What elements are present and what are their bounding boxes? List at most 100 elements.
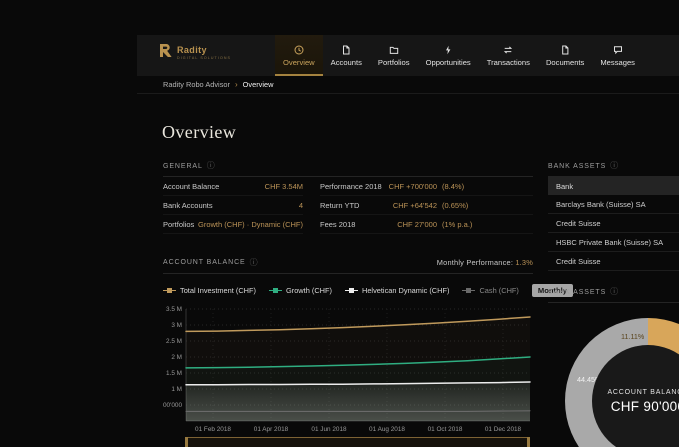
- legend-cash[interactable]: Cash (CHF): [462, 286, 518, 295]
- brush-handle-right[interactable]: [527, 437, 530, 447]
- svg-text:1.5 M: 1.5 M: [166, 370, 182, 377]
- info-icon[interactable]: ⓘ: [250, 259, 259, 267]
- monthly-performance: Monthly Performance: 1.3%: [437, 258, 533, 267]
- row-value: 4: [299, 201, 303, 210]
- breadcrumb-root[interactable]: Radity Robo Advisor: [163, 80, 230, 89]
- account-balance-header: ACCOUNT BALANCE ⓘ Monthly Performance: 1…: [163, 258, 533, 274]
- chart-range-brush[interactable]: [185, 437, 530, 447]
- monthly-performance-label: Monthly Performance:: [437, 258, 513, 267]
- row-value: CHF 27'000: [355, 220, 437, 229]
- row-percent: (1% p.a.): [437, 220, 533, 229]
- row-label: Portfolios: [163, 220, 194, 229]
- legend-label: Growth (CHF): [286, 286, 332, 295]
- bank-assets-donut-chart[interactable]: 11.11% 22.22% 44.45% ACCOUNT BALANCE CHF…: [565, 318, 679, 447]
- svg-text:01 Oct 2018: 01 Oct 2018: [428, 426, 463, 433]
- nav-item-transactions[interactable]: Transactions: [479, 35, 538, 76]
- row-percent: (8.4%): [437, 182, 533, 191]
- bank-assets-header: BANK ASSETS ⓘ: [548, 162, 679, 177]
- chart-legend: Total Investment (CHF) Growth (CHF) Helv…: [163, 284, 533, 297]
- chat-icon: [613, 45, 623, 55]
- row-label: Performance 2018: [320, 182, 382, 191]
- info-icon[interactable]: ⓘ: [610, 288, 619, 296]
- svg-text:01 Dec 2018: 01 Dec 2018: [485, 426, 522, 433]
- legend-marker: [269, 288, 282, 293]
- svg-text:3 M: 3 M: [171, 322, 182, 329]
- bank-assets-chart-header: BANK ASSETS ⓘ: [548, 288, 679, 303]
- legend-marker: [345, 288, 358, 293]
- account-balance-section: ACCOUNT BALANCE ⓘ Monthly Performance: 1…: [163, 258, 533, 297]
- svg-text:01 Aug 2018: 01 Aug 2018: [369, 426, 405, 433]
- bank-row-hsbc[interactable]: HSBC Private Bank (Suisse) SA: [548, 233, 679, 252]
- svg-text:2.5 M: 2.5 M: [166, 338, 182, 345]
- donut-center-label: ACCOUNT BALANCE: [607, 389, 679, 396]
- document-icon: [560, 45, 570, 55]
- general-header: GENERAL ⓘ: [163, 162, 533, 177]
- svg-text:3.5 M: 3.5 M: [166, 306, 182, 313]
- general-section: GENERAL ⓘ Account Balance CHF 3.54M Bank…: [163, 162, 533, 234]
- main-nav: Overview Accounts Portfolios: [275, 35, 643, 76]
- nav-label: Transactions: [487, 58, 530, 67]
- transfer-icon: [503, 45, 513, 55]
- general-row-bank-accounts: Bank Accounts 4: [163, 196, 303, 215]
- brand-name: Radity: [177, 46, 231, 55]
- donut-center: ACCOUNT BALANCE CHF 90'000: [592, 345, 679, 447]
- monthly-performance-value: 1.3%: [515, 258, 533, 267]
- bank-row-barclays[interactable]: Barclays Bank (Suisse) SA: [548, 195, 679, 214]
- nav-label: Accounts: [331, 58, 362, 67]
- nav-item-overview[interactable]: Overview: [275, 35, 323, 76]
- account-balance-heading: ACCOUNT BALANCE: [163, 259, 246, 266]
- general-row-account-balance: Account Balance CHF 3.54M: [163, 177, 303, 196]
- svg-text:01 Apr 2018: 01 Apr 2018: [254, 426, 289, 433]
- balance-line-chart[interactable]: 3.5 M3 M2.5 M2 M1.5 M1 M500'00001 Feb 20…: [163, 300, 533, 447]
- general-row-fees: Fees 2018 CHF 27'000 (1% p.a.): [320, 215, 533, 234]
- legend-label: Total Investment (CHF): [180, 286, 256, 295]
- legend-label: Helvetican Dynamic (CHF): [362, 286, 449, 295]
- page-title: Overview: [162, 122, 236, 143]
- row-label: Return YTD: [320, 201, 359, 210]
- nav-label: Overview: [283, 58, 315, 67]
- nav-label: Messages: [600, 58, 635, 67]
- breadcrumb: Radity Robo Advisor › Overview: [163, 80, 273, 89]
- app-root: Radity DIGITAL SOLUTIONS Overview: [0, 0, 679, 447]
- svg-text:1 M: 1 M: [171, 386, 182, 393]
- general-row-performance: Performance 2018 CHF +700'000 (8.4%): [320, 177, 533, 196]
- breadcrumb-bar: Radity Robo Advisor › Overview: [137, 76, 679, 94]
- info-icon[interactable]: ⓘ: [207, 162, 216, 170]
- bank-assets-heading: BANK ASSETS: [548, 289, 606, 296]
- top-nav-bar: Radity DIGITAL SOLUTIONS Overview: [137, 35, 679, 76]
- brush-handle-left[interactable]: [185, 437, 188, 447]
- folder-icon: [389, 45, 399, 55]
- row-value: CHF 3.54M: [265, 182, 303, 191]
- row-label: Bank Accounts: [163, 201, 213, 210]
- clock-icon: [294, 45, 304, 55]
- brand-tagline: DIGITAL SOLUTIONS: [177, 57, 231, 61]
- bank-row-credit-suisse-1[interactable]: Credit Suisse: [548, 214, 679, 233]
- row-value: CHF +64'542: [359, 201, 437, 210]
- legend-label: Cash (CHF): [479, 286, 518, 295]
- bank-column-header[interactable]: Bank: [548, 177, 679, 195]
- bank-assets-heading: BANK ASSETS: [548, 163, 606, 170]
- row-value: CHF +700'000: [382, 182, 437, 191]
- legend-growth[interactable]: Growth (CHF): [269, 286, 332, 295]
- legend-total-investment[interactable]: Total Investment (CHF): [163, 286, 256, 295]
- row-label: Fees 2018: [320, 220, 355, 229]
- svg-text:2 M: 2 M: [171, 354, 182, 361]
- donut-slice-label: 11.11%: [621, 332, 644, 341]
- legend-helvetican-dynamic[interactable]: Helvetican Dynamic (CHF): [345, 286, 449, 295]
- nav-item-accounts[interactable]: Accounts: [323, 35, 370, 76]
- row-percent: (0.65%): [437, 201, 533, 210]
- breadcrumb-current: Overview: [243, 80, 274, 89]
- legend-marker: [462, 288, 475, 293]
- legend-marker: [163, 288, 176, 293]
- bank-row-credit-suisse-2[interactable]: Credit Suisse: [548, 252, 679, 271]
- spark-icon: [443, 45, 453, 55]
- info-icon[interactable]: ⓘ: [610, 162, 619, 170]
- nav-item-opportunities[interactable]: Opportunities: [418, 35, 479, 76]
- accounts-icon: [341, 45, 351, 55]
- nav-item-documents[interactable]: Documents: [538, 35, 592, 76]
- brand-logo[interactable]: Radity DIGITAL SOLUTIONS: [159, 44, 231, 62]
- general-grid: Account Balance CHF 3.54M Bank Accounts …: [163, 177, 533, 234]
- nav-item-portfolios[interactable]: Portfolios: [370, 35, 418, 76]
- nav-item-messages[interactable]: Messages: [592, 35, 643, 76]
- general-heading: GENERAL: [163, 163, 203, 170]
